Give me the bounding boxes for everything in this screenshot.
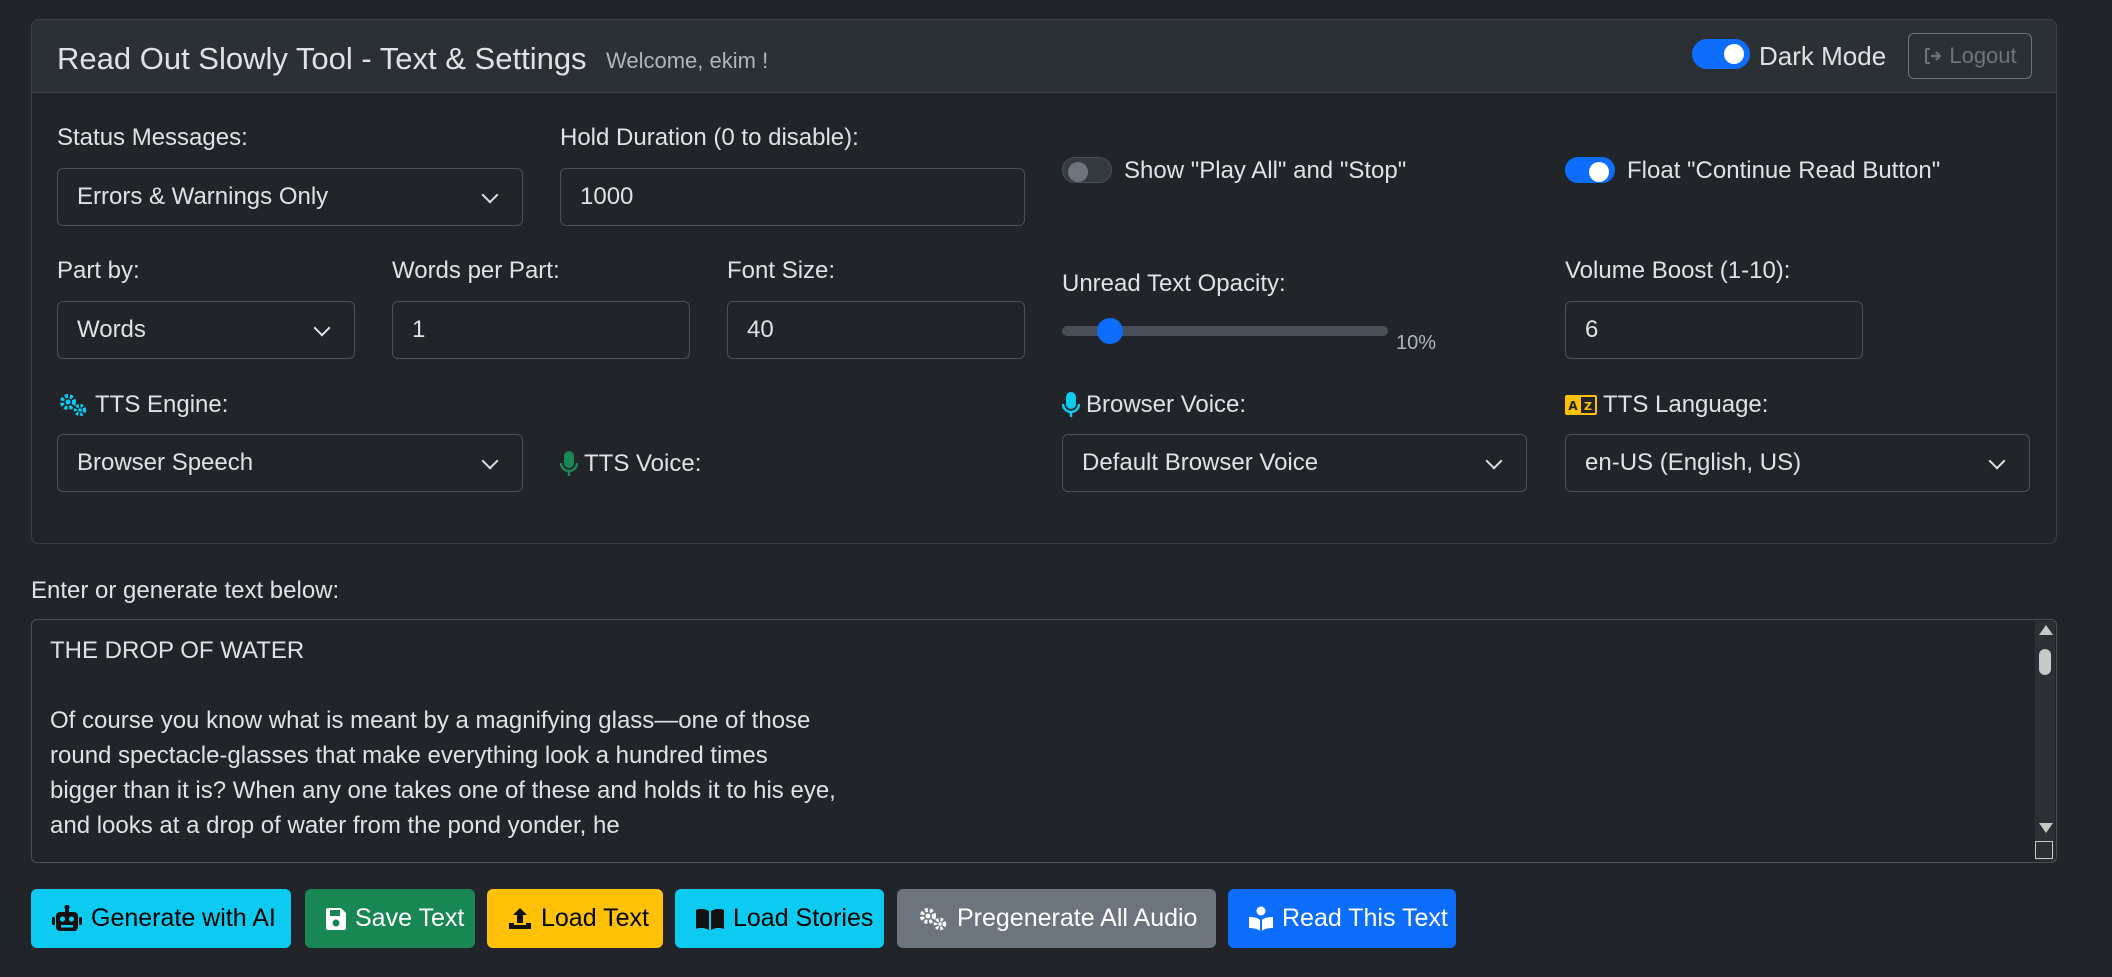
scroll-down-arrow-icon[interactable] bbox=[2039, 823, 2053, 833]
tts-engine-label-wrap: TTS Engine: bbox=[57, 391, 228, 419]
words-per-part-input[interactable]: 1 bbox=[392, 301, 690, 359]
unread-opacity-label: Unread Text Opacity: bbox=[1062, 270, 1286, 297]
editor-text: THE DROP OF WATER Of course you know wha… bbox=[50, 637, 836, 839]
microphone-icon bbox=[1062, 391, 1080, 419]
tts-voice-label-wrap: TTS Voice: bbox=[560, 450, 701, 478]
show-play-all-toggle[interactable] bbox=[1062, 157, 1112, 183]
tts-language-label: TTS Language: bbox=[1603, 391, 1769, 418]
text-editor[interactable]: THE DROP OF WATER Of course you know wha… bbox=[31, 619, 2057, 863]
read-text-button[interactable]: Read This Text bbox=[1228, 889, 1456, 948]
open-book-icon bbox=[695, 907, 725, 931]
unread-opacity-value: 10% bbox=[1396, 332, 1437, 354]
robot-icon bbox=[51, 904, 83, 933]
status-messages-value: Errors & Warnings Only bbox=[77, 183, 329, 210]
tts-engine-select[interactable]: Browser Speech bbox=[57, 434, 523, 492]
font-size-value: 40 bbox=[747, 316, 774, 343]
save-text-button[interactable]: Save Text bbox=[305, 889, 475, 948]
resize-handle-icon[interactable] bbox=[2035, 841, 2053, 859]
words-per-part-label: Words per Part: bbox=[392, 257, 560, 284]
float-continue-label: Float "Continue Read Button" bbox=[1627, 157, 1941, 184]
floppy-disk-icon bbox=[325, 907, 347, 931]
hold-duration-input[interactable]: 1000 bbox=[560, 168, 1025, 226]
status-messages-select[interactable]: Errors & Warnings Only bbox=[57, 168, 523, 226]
book-reader-icon bbox=[1248, 906, 1274, 932]
load-text-label: Load Text bbox=[541, 904, 649, 932]
browser-voice-value: Default Browser Voice bbox=[1082, 449, 1319, 476]
tts-language-label-wrap: AZ TTS Language: bbox=[1565, 391, 1768, 419]
volume-boost-value: 6 bbox=[1585, 316, 1599, 343]
load-stories-button[interactable]: Load Stories bbox=[675, 889, 884, 948]
part-by-value: Words bbox=[77, 316, 146, 343]
status-messages-label: Status Messages: bbox=[57, 124, 248, 151]
load-stories-label: Load Stories bbox=[733, 904, 874, 932]
gears-icon bbox=[917, 906, 949, 932]
dark-mode-toggle[interactable] bbox=[1692, 39, 1750, 69]
tts-engine-value: Browser Speech bbox=[77, 449, 254, 476]
tts-language-select[interactable]: en-US (English, US) bbox=[1565, 434, 2030, 492]
dark-mode-label: Dark Mode bbox=[1759, 41, 1887, 71]
page-title: Read Out Slowly Tool - Text & Settings bbox=[57, 41, 587, 76]
svg-text:A: A bbox=[1568, 399, 1578, 413]
tts-engine-label: TTS Engine: bbox=[95, 391, 229, 418]
microphone-icon bbox=[560, 450, 578, 478]
tts-language-value: en-US (English, US) bbox=[1585, 449, 1802, 476]
part-by-label: Part by: bbox=[57, 257, 140, 284]
welcome-text: Welcome, ekim ! bbox=[606, 48, 769, 73]
browser-voice-label: Browser Voice: bbox=[1086, 391, 1247, 418]
pregenerate-audio-label: Pregenerate All Audio bbox=[957, 904, 1198, 932]
logout-label: Logout bbox=[1949, 43, 2017, 68]
gears-icon bbox=[57, 392, 89, 418]
volume-boost-input[interactable]: 6 bbox=[1565, 301, 1863, 359]
browser-voice-label-wrap: Browser Voice: bbox=[1062, 391, 1246, 419]
tts-voice-label: TTS Voice: bbox=[584, 450, 702, 477]
sign-out-icon bbox=[1923, 46, 1943, 66]
save-text-label: Save Text bbox=[355, 904, 465, 932]
load-text-button[interactable]: Load Text bbox=[487, 889, 663, 948]
show-play-all-label: Show "Play All" and "Stop" bbox=[1124, 157, 1407, 184]
font-size-label: Font Size: bbox=[727, 257, 836, 284]
card-header: Read Out Slowly Tool - Text & Settings W… bbox=[32, 20, 2056, 93]
editor-scrollbar[interactable] bbox=[2035, 621, 2055, 861]
volume-boost-label: Volume Boost (1-10): bbox=[1565, 257, 1791, 284]
upload-icon bbox=[507, 907, 533, 931]
language-icon: AZ bbox=[1565, 395, 1597, 415]
words-per-part-value: 1 bbox=[412, 316, 426, 343]
scroll-thumb[interactable] bbox=[2039, 649, 2051, 675]
generate-ai-button[interactable]: Generate with AI bbox=[31, 889, 291, 948]
svg-text:Z: Z bbox=[1584, 400, 1592, 413]
hold-duration-label: Hold Duration (0 to disable): bbox=[560, 124, 859, 151]
editor-label: Enter or generate text below: bbox=[31, 577, 340, 604]
unread-opacity-thumb[interactable] bbox=[1097, 318, 1123, 344]
browser-voice-select[interactable]: Default Browser Voice bbox=[1062, 434, 1527, 492]
read-text-label: Read This Text bbox=[1282, 904, 1448, 932]
generate-ai-label: Generate with AI bbox=[91, 904, 276, 932]
unread-opacity-slider[interactable] bbox=[1062, 318, 1388, 344]
float-continue-toggle[interactable] bbox=[1565, 157, 1615, 183]
pregenerate-audio-button[interactable]: Pregenerate All Audio bbox=[897, 889, 1216, 948]
font-size-input[interactable]: 40 bbox=[727, 301, 1025, 359]
part-by-select[interactable]: Words bbox=[57, 301, 355, 359]
hold-duration-value: 1000 bbox=[580, 183, 634, 210]
logout-button[interactable]: Logout bbox=[1908, 33, 2032, 79]
scroll-up-arrow-icon[interactable] bbox=[2039, 625, 2053, 635]
